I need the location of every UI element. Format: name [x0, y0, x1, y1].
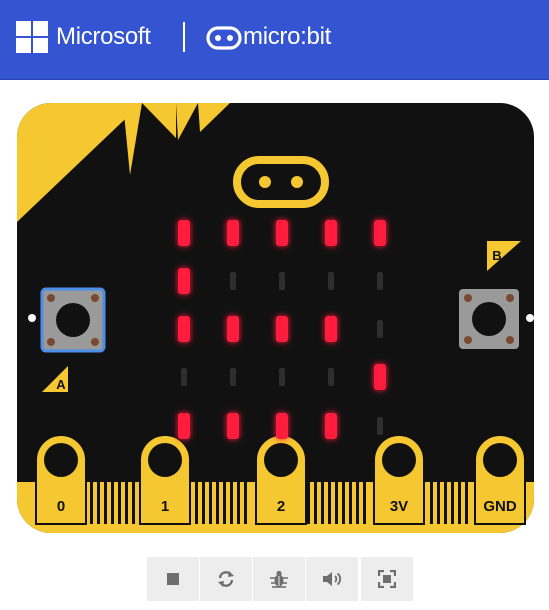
microbit-brand: micro:bit	[243, 23, 331, 50]
led-on	[178, 316, 190, 342]
led-on	[374, 364, 386, 390]
microbit-simulator-board: 0 1 2 3V GND A B	[17, 103, 534, 533]
simulator-toolbar	[147, 557, 413, 601]
pin-label: 2	[277, 498, 285, 515]
header-divider	[183, 22, 185, 52]
edge-indicator-dot	[526, 314, 534, 322]
debug-button[interactable]	[253, 557, 305, 601]
led-off	[279, 272, 285, 290]
pin-label: 3V	[390, 498, 408, 515]
stop-icon	[167, 573, 179, 585]
led-off	[377, 417, 383, 435]
mute-button[interactable]	[306, 557, 358, 601]
microsoft-logo-icon	[16, 21, 48, 53]
fullscreen-icon	[378, 570, 396, 588]
restart-button[interactable]	[200, 557, 252, 601]
led-on	[276, 220, 288, 246]
led-on	[325, 316, 337, 342]
led-on	[276, 316, 288, 342]
microbit-logo-icon	[206, 26, 242, 50]
led-on	[227, 316, 239, 342]
led-on	[325, 220, 337, 246]
led-on	[178, 220, 190, 246]
svg-text:A: A	[56, 377, 66, 392]
led-on	[276, 413, 288, 439]
led-off	[328, 368, 334, 386]
debug-icon	[270, 570, 288, 588]
led-off	[279, 368, 285, 386]
stop-button[interactable]	[147, 557, 199, 601]
pin-gnd[interactable]: GND	[474, 434, 526, 525]
led-on	[227, 220, 239, 246]
edge-indicator-dot	[28, 314, 36, 322]
led-on	[178, 268, 190, 294]
fullscreen-button[interactable]	[361, 557, 413, 601]
top-bar: Microsoft micro:bit	[0, 0, 549, 80]
pin-2[interactable]: 2	[255, 434, 307, 525]
led-off	[230, 272, 236, 290]
led-off	[377, 320, 383, 338]
pin-label: 1	[161, 498, 169, 515]
led-off	[230, 368, 236, 386]
led-on	[178, 413, 190, 439]
led-off	[181, 368, 187, 386]
pin-3v[interactable]: 3V	[373, 434, 425, 525]
led-on	[227, 413, 239, 439]
button-a[interactable]	[40, 287, 106, 353]
microsoft-brand: Microsoft	[56, 23, 151, 50]
pin-label: 0	[57, 498, 65, 515]
led-off	[328, 272, 334, 290]
led-off	[377, 272, 383, 290]
button-b[interactable]	[459, 289, 519, 349]
restart-icon	[218, 571, 234, 587]
speaker-icon	[323, 572, 342, 586]
led-on	[374, 220, 386, 246]
pin-0[interactable]: 0	[35, 434, 87, 525]
svg-text:B: B	[492, 248, 501, 263]
pin-label: GND	[483, 498, 517, 515]
led-on	[325, 413, 337, 439]
pin-1[interactable]: 1	[139, 434, 191, 525]
